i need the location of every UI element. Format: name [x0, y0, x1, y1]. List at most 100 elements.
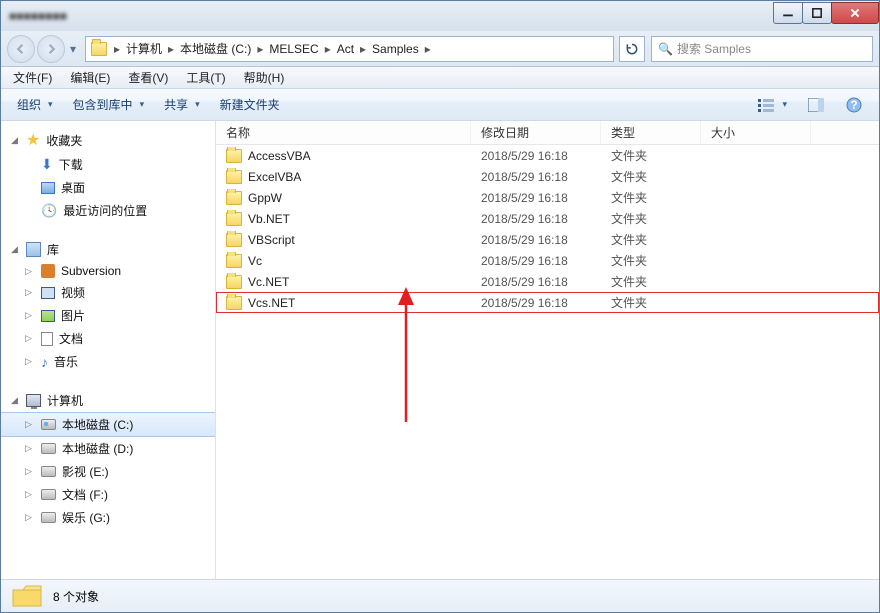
file-type: 文件夹 [601, 250, 701, 271]
nav-drive-e[interactable]: ▷影视 (E:) [1, 460, 215, 483]
nav-videos[interactable]: ▷视频 [1, 281, 215, 304]
close-button[interactable] [831, 2, 879, 24]
menubar: 文件(F) 编辑(E) 查看(V) 工具(T) 帮助(H) [1, 67, 879, 89]
chevron-right-icon: ▷ [25, 512, 34, 523]
folder-icon [226, 191, 242, 205]
table-row[interactable]: Vc.NET2018/5/29 16:18文件夹 [216, 271, 879, 292]
new-folder-button[interactable]: 新建文件夹 [212, 92, 288, 117]
favorites-header[interactable]: ◢★收藏夹 [1, 127, 215, 153]
file-type: 文件夹 [601, 271, 701, 292]
file-date: 2018/5/29 16:18 [471, 147, 601, 165]
menu-tools[interactable]: 工具(T) [178, 67, 233, 88]
back-button[interactable] [7, 35, 35, 63]
minimize-button[interactable] [773, 2, 803, 24]
share-button[interactable]: 共享 [156, 92, 208, 117]
pane-icon [807, 96, 825, 114]
nav-desktop[interactable]: 桌面 [1, 176, 215, 199]
drive-icon [41, 443, 56, 454]
computer-header[interactable]: ◢计算机 [1, 389, 215, 412]
column-type[interactable]: 类型 [601, 121, 701, 144]
table-row[interactable]: AccessVBA2018/5/29 16:18文件夹 [216, 145, 879, 166]
column-date[interactable]: 修改日期 [471, 121, 601, 144]
menu-view[interactable]: 查看(V) [120, 67, 176, 88]
svg-text:?: ? [850, 98, 857, 112]
table-row[interactable]: Vc2018/5/29 16:18文件夹 [216, 250, 879, 271]
help-icon: ? [845, 96, 863, 114]
nav-drive-g[interactable]: ▷娱乐 (G:) [1, 506, 215, 529]
nav-drive-d[interactable]: ▷本地磁盘 (D:) [1, 437, 215, 460]
file-date: 2018/5/29 16:18 [471, 273, 601, 291]
chevron-right-icon: ▷ [25, 287, 34, 298]
titlebar[interactable]: ■■■■■■■■ [1, 1, 879, 31]
status-bar: 8 个对象 [1, 579, 879, 612]
preview-pane-button[interactable] [799, 92, 833, 118]
forward-button[interactable] [37, 35, 65, 63]
breadcrumb-act[interactable]: Act [333, 37, 358, 61]
organize-button[interactable]: 组织 [9, 92, 61, 117]
file-list[interactable]: 名称 修改日期 类型 大小 AccessVBA2018/5/29 16:18文件… [216, 121, 879, 579]
file-name: Vc [248, 254, 262, 268]
nav-history-dropdown[interactable]: ▾ [67, 42, 79, 56]
nav-recent[interactable]: 🕓最近访问的位置 [1, 199, 215, 222]
document-icon [41, 332, 53, 346]
maximize-button[interactable] [802, 2, 832, 24]
breadcrumb-computer[interactable]: 计算机 [122, 37, 166, 61]
chevron-right-icon[interactable]: ▸ [166, 42, 176, 56]
breadcrumb-drive[interactable]: 本地磁盘 (C:) [176, 37, 255, 61]
chevron-down-icon: ◢ [11, 395, 20, 406]
breadcrumb-samples[interactable]: Samples [368, 37, 423, 61]
nav-music[interactable]: ▷♪音乐 [1, 350, 215, 373]
file-name: GppW [248, 191, 282, 205]
chevron-down-icon: ◢ [11, 135, 20, 146]
nav-drive-f[interactable]: ▷文档 (F:) [1, 483, 215, 506]
chevron-right-icon: ▷ [25, 443, 34, 454]
drive-icon [41, 419, 56, 430]
column-size[interactable]: 大小 [701, 121, 811, 144]
search-input[interactable]: 🔍 搜索 Samples [651, 36, 873, 62]
view-options-button[interactable] [749, 92, 795, 118]
menu-file[interactable]: 文件(F) [5, 67, 60, 88]
nav-documents[interactable]: ▷文档 [1, 327, 215, 350]
chevron-right-icon[interactable]: ▸ [112, 42, 122, 56]
music-icon: ♪ [41, 354, 48, 370]
search-placeholder: 搜索 Samples [677, 40, 751, 57]
chevron-right-icon: ▷ [25, 266, 34, 277]
nav-drive-c[interactable]: ▷本地磁盘 (C:) [1, 412, 215, 437]
chevron-right-icon[interactable]: ▸ [255, 42, 265, 56]
nav-subversion[interactable]: ▷Subversion [1, 261, 215, 281]
navigation-pane[interactable]: ◢★收藏夹 ⬇下载 桌面 🕓最近访问的位置 ◢库 ▷Subversion ▷视频… [1, 121, 216, 579]
file-name: Vb.NET [248, 212, 290, 226]
help-button[interactable]: ? [837, 92, 871, 118]
chevron-right-icon[interactable]: ▸ [423, 42, 433, 56]
libraries-header[interactable]: ◢库 [1, 238, 215, 261]
chevron-down-icon: ◢ [11, 244, 20, 255]
table-row[interactable]: GppW2018/5/29 16:18文件夹 [216, 187, 879, 208]
nav-pictures[interactable]: ▷图片 [1, 304, 215, 327]
table-row[interactable]: VBScript2018/5/29 16:18文件夹 [216, 229, 879, 250]
recent-icon: 🕓 [41, 203, 57, 219]
drive-icon [41, 489, 56, 500]
nav-downloads[interactable]: ⬇下载 [1, 153, 215, 176]
file-name: VBScript [248, 233, 295, 247]
include-in-library-button[interactable]: 包含到库中 [65, 92, 153, 117]
table-row[interactable]: Vcs.NET2018/5/29 16:18文件夹 [216, 292, 879, 313]
computer-icon [26, 394, 41, 407]
refresh-button[interactable] [619, 36, 645, 62]
folder-icon [226, 212, 242, 226]
table-row[interactable]: ExcelVBA2018/5/29 16:18文件夹 [216, 166, 879, 187]
view-icon [757, 96, 775, 114]
window-title: ■■■■■■■■ [9, 9, 67, 23]
favorites-group: ◢★收藏夹 ⬇下载 桌面 🕓最近访问的位置 [1, 127, 215, 222]
chevron-right-icon[interactable]: ▸ [358, 42, 368, 56]
address-bar[interactable]: ▸ 计算机 ▸ 本地磁盘 (C:) ▸ MELSEC ▸ Act ▸ Sampl… [85, 36, 614, 62]
breadcrumb-melsec[interactable]: MELSEC [265, 37, 322, 61]
menu-help[interactable]: 帮助(H) [236, 67, 293, 88]
menu-edit[interactable]: 编辑(E) [62, 67, 118, 88]
folder-icon [226, 170, 242, 184]
table-row[interactable]: Vb.NET2018/5/29 16:18文件夹 [216, 208, 879, 229]
chevron-right-icon[interactable]: ▸ [323, 42, 333, 56]
file-size [701, 280, 811, 284]
body: ◢★收藏夹 ⬇下载 桌面 🕓最近访问的位置 ◢库 ▷Subversion ▷视频… [1, 121, 879, 579]
explorer-window: ■■■■■■■■ ▾ ▸ 计算机 ▸ 本地磁盘 (C:) ▸ MELSEC ▸ … [0, 0, 880, 613]
column-name[interactable]: 名称 [216, 121, 471, 144]
